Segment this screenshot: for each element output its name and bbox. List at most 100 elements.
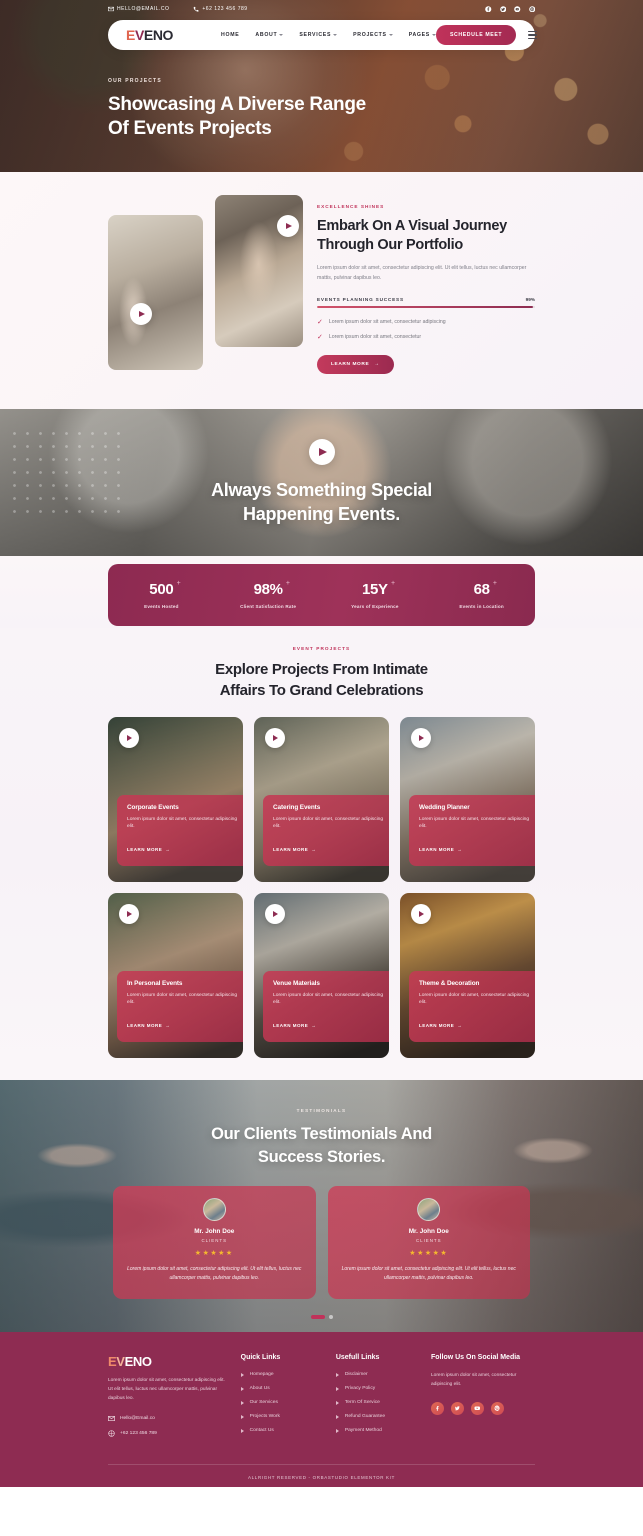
stat-value: 15Y (361, 581, 388, 598)
arrow-right-icon (240, 1400, 244, 1405)
learn-more-label: LEARN MORE (331, 361, 370, 367)
project-card-title: Theme & Decoration (419, 979, 480, 987)
testimonial-author-name: Mr. John Doe (408, 1228, 449, 1236)
project-learn-more-label: LEARN MORE (273, 1023, 309, 1029)
schedule-meet-button[interactable]: SCHEDULE MEET (435, 25, 517, 45)
nav-item-projects[interactable]: PROJECTS (353, 32, 393, 38)
pinterest-icon[interactable] (491, 1401, 504, 1415)
logo-part-3: ENO (143, 27, 174, 43)
stat-value-wrap: 68 + (474, 580, 497, 598)
arrow-right-icon (335, 1414, 339, 1419)
youtube-icon[interactable] (514, 5, 521, 13)
project-card[interactable]: Venue Materials Lorem ipsum dolor sit am… (254, 893, 389, 1059)
pinterest-icon[interactable] (528, 5, 536, 13)
footer-quick-links-column: Quick Links Homepage About Us Our Servic… (240, 1354, 324, 1445)
envelope-icon (108, 6, 114, 12)
nav-item-pages-label: PAGES (408, 32, 430, 38)
testimonials-section: TESTIMONIALS Our Clients Testimonials An… (0, 1080, 643, 1333)
footer-link-label: Homepage (249, 1372, 274, 1378)
stat-item: 68 + Events in Location (428, 580, 535, 609)
project-learn-more-link[interactable]: LEARN MORE → (419, 847, 462, 852)
project-card[interactable]: Wedding Planner Lorem ipsum dolor sit am… (400, 717, 535, 883)
project-learn-more-link[interactable]: LEARN MORE → (127, 1023, 170, 1028)
projects-heading-line-1: Explore Projects From Intimate (215, 661, 428, 678)
checklist-item-label: Lorem ipsum dolor sit amet, consectetur … (328, 319, 446, 325)
nav-item-about[interactable]: ABOUT (255, 32, 284, 38)
footer-logo-part-1: E (108, 1354, 117, 1370)
check-icon: ✓ (317, 318, 323, 326)
portfolio-title-line-1: Embark On A Visual Journey (317, 218, 507, 234)
project-card[interactable]: Corporate Events Lorem ipsum dolor sit a… (108, 717, 243, 883)
carousel-dot[interactable] (328, 1314, 333, 1319)
footer-link-disclaimer[interactable]: Disclaimer (335, 1372, 419, 1377)
stat-value-wrap: 15Y + (361, 580, 395, 598)
play-icon[interactable] (308, 438, 335, 465)
portfolio-title: Embark On A Visual Journey Through Our P… (317, 217, 535, 255)
progress-bar (317, 305, 535, 308)
avatar (417, 1198, 441, 1222)
twitter-icon[interactable] (451, 1401, 464, 1415)
portfolio-image-left[interactable] (108, 215, 203, 370)
footer-phone[interactable]: +62 123 456 789 (108, 1430, 229, 1437)
project-card-panel: Catering Events Lorem ipsum dolor sit am… (263, 794, 389, 867)
carousel-dot-active[interactable] (310, 1314, 325, 1319)
footer-link-projects-work[interactable]: Projects Work (240, 1414, 324, 1420)
testimonial-text: Lorem ipsum dolor sit amet, consectetur … (341, 1266, 516, 1281)
project-card[interactable]: In Personal Events Lorem ipsum dolor sit… (108, 893, 243, 1059)
arrow-right-icon (335, 1372, 339, 1377)
hero-kicker: OUR PROJECTS (108, 78, 162, 84)
footer-link-payment-method[interactable]: Payment Method (335, 1428, 419, 1433)
nav-item-services-label: SERVICES (299, 32, 332, 38)
project-learn-more-link[interactable]: LEARN MORE → (419, 1023, 462, 1028)
footer-phone-text: +62 123 456 789 (120, 1431, 157, 1437)
footer-divider (108, 1464, 535, 1466)
footer-link-refund-guarantee[interactable]: Refund Guarantee (335, 1414, 419, 1419)
topbar-phone[interactable]: +62 123 456 789 (193, 6, 247, 12)
progress-label: EVENTS PLANNING SUCCESS (317, 296, 404, 302)
project-card[interactable]: Theme & Decoration Lorem ipsum dolor sit… (400, 893, 535, 1059)
project-card-title: Wedding Planner (419, 803, 470, 811)
project-learn-more-label: LEARN MORE (127, 1023, 163, 1029)
youtube-icon[interactable] (471, 1401, 484, 1415)
footer-quick-links-title: Quick Links (240, 1354, 281, 1362)
project-card-panel: Corporate Events Lorem ipsum dolor sit a… (117, 794, 243, 867)
nav-item-services[interactable]: SERVICES (299, 32, 338, 38)
footer-link-contact-us[interactable]: Contact Us (240, 1428, 324, 1433)
nav-item-pages[interactable]: PAGES (409, 32, 436, 38)
footer-link-label: Projects Work (249, 1414, 280, 1420)
project-learn-more-link[interactable]: LEARN MORE → (273, 847, 316, 852)
hero-copy: OUR PROJECTS Showcasing A Diverse Range … (108, 78, 366, 142)
testimonials-header: TESTIMONIALS Our Clients Testimonials An… (0, 1080, 643, 1168)
topbar-email[interactable]: HELLO@EMAIL.CO (108, 6, 169, 12)
footer-link-term-of-service[interactable]: Term Of Service (335, 1400, 419, 1405)
project-learn-more-link[interactable]: LEARN MORE → (273, 1023, 316, 1028)
star-rating-icon: ★★★★★ (194, 1250, 234, 1258)
footer-grid: E V ENO Lorem ipsum dolor sit amet, consec… (108, 1354, 535, 1445)
project-card-panel: In Personal Events Lorem ipsum dolor sit… (117, 970, 243, 1043)
topbar-social-links (485, 5, 536, 13)
nav-item-home[interactable]: HOME (221, 32, 239, 38)
footer-email[interactable]: Hello@Email.co (108, 1415, 229, 1422)
arrow-right-icon (335, 1400, 339, 1405)
project-card-panel: Venue Materials Lorem ipsum dolor sit am… (263, 970, 389, 1043)
footer-logo[interactable]: E V ENO (108, 1354, 229, 1369)
project-learn-more-link[interactable]: LEARN MORE → (127, 847, 170, 852)
footer-link-homepage[interactable]: Homepage (240, 1372, 324, 1378)
phone-icon (108, 1430, 115, 1437)
hamburger-menu-icon[interactable] (528, 31, 538, 39)
learn-more-button[interactable]: LEARN MORE → (317, 354, 394, 374)
facebook-icon[interactable] (431, 1401, 444, 1415)
site-logo[interactable]: E V ENO (126, 27, 173, 43)
hero-title-line-2: Of Events Projects (108, 118, 272, 140)
facebook-icon[interactable] (485, 5, 492, 13)
project-card-desc: Lorem ipsum dolor sit amet, consectetur … (273, 992, 384, 1006)
footer-link-privacy-policy[interactable]: Privacy Policy (335, 1386, 419, 1391)
play-icon[interactable] (277, 215, 299, 237)
footer-link-our-services[interactable]: Our Services (240, 1400, 324, 1405)
hero-title-line-1: Showcasing A Diverse Range (108, 94, 366, 115)
play-icon[interactable] (130, 303, 152, 325)
twitter-icon[interactable] (499, 5, 507, 13)
project-card[interactable]: Catering Events Lorem ipsum dolor sit am… (254, 717, 389, 883)
footer-link-about-us[interactable]: About Us (240, 1386, 324, 1391)
footer-email-text: Hello@Email.co (120, 1416, 155, 1422)
